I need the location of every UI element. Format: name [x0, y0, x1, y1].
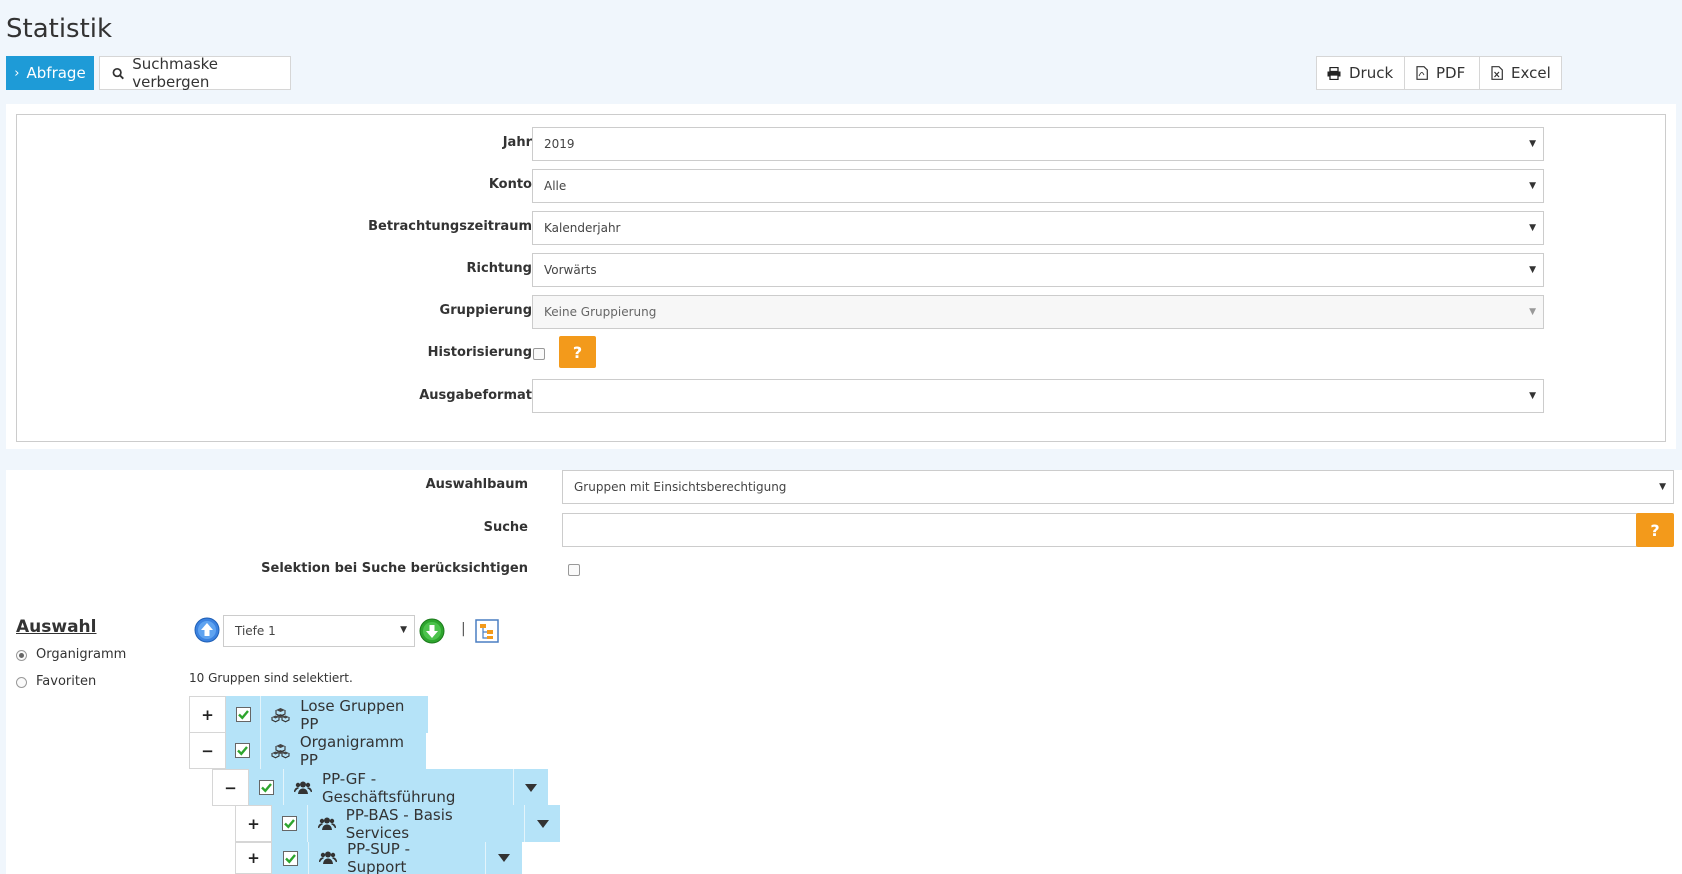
query-button[interactable]: › Abfrage — [6, 56, 94, 90]
depth-select[interactable]: Tiefe 1 ▼ — [223, 615, 415, 647]
search-label: Suche — [483, 520, 528, 535]
caret-down-icon: ▼ — [1529, 307, 1536, 317]
tree-node-label: PP-BAS - Basis Services — [345, 805, 453, 842]
printer-icon — [1327, 66, 1341, 80]
radio-organigramm[interactable] — [16, 650, 27, 661]
page-title: Statistik — [6, 14, 113, 44]
direction-label: Richtung — [466, 261, 532, 276]
search-input[interactable] — [562, 513, 1637, 547]
hide-search-button[interactable]: Suchmaske verbergen — [99, 55, 291, 91]
node-checkbox[interactable] — [226, 696, 262, 733]
caret-down-icon: ▼ — [1529, 391, 1536, 401]
search-help-button[interactable]: ? — [1636, 513, 1674, 547]
history-label: Historisierung — [427, 345, 532, 360]
radio-organigramm-label: Organigramm — [36, 647, 127, 662]
grouping-label: Gruppierung — [439, 303, 532, 318]
direction-select[interactable]: Vorwärts ▼ — [532, 253, 1544, 287]
pdf-file-icon — [1416, 66, 1428, 80]
tree-toggle-expand[interactable]: + — [235, 805, 272, 842]
caret-down-icon — [497, 854, 510, 862]
cubes-icon — [271, 743, 290, 759]
caret-down-icon: ▼ — [1529, 181, 1536, 191]
tree-toggle-expand[interactable]: + — [235, 842, 272, 874]
tree-node[interactable]: Lose Gruppen PP — [226, 696, 428, 733]
grouping-select[interactable]: Keine Gruppierung ▼ — [532, 295, 1544, 329]
checked-icon — [235, 707, 251, 722]
excel-button[interactable]: Excel — [1479, 56, 1562, 90]
checked-icon — [281, 816, 297, 831]
query-form-panel: Jahr 2019 ▼ Konto Alle ▼ Betrachtungszeitr… — [6, 104, 1676, 449]
caret-down-icon: ▼ — [400, 625, 407, 635]
caret-down-icon: ▼ — [1529, 265, 1536, 275]
node-checkbox[interactable] — [272, 842, 310, 874]
selection-status: 10 Gruppen sind selektiert. — [189, 671, 353, 685]
tree-node[interactable]: PP-GF - Geschäftsführung — [249, 769, 548, 806]
tree-source-select[interactable]: Gruppen mit Einsichtsberechtigung ▼ — [562, 470, 1674, 504]
history-help-button[interactable]: ? — [559, 336, 596, 368]
node-menu-dropdown[interactable] — [512, 769, 548, 806]
caret-down-icon: ▼ — [1659, 482, 1666, 492]
period-label: Betrachtungszeitraum — [368, 219, 532, 234]
node-checkbox[interactable] — [272, 805, 308, 842]
node-menu-dropdown[interactable] — [524, 805, 560, 842]
tree-node-label: PP-GF - Geschäftsführung — [322, 769, 456, 806]
output-format-select[interactable]: ▼ — [532, 379, 1544, 413]
toolbar-separator: | — [461, 621, 466, 637]
users-icon — [294, 781, 313, 795]
consider-selection-label: Selektion bei Suche berücksichtigen — [261, 561, 528, 576]
tree-node[interactable]: PP-BAS - Basis Services — [272, 805, 560, 842]
caret-down-icon: ▼ — [1529, 223, 1536, 233]
chevron-right-icon: › — [14, 65, 20, 81]
caret-down-icon — [524, 783, 537, 792]
checked-icon — [258, 780, 274, 795]
account-select[interactable]: Alle ▼ — [532, 169, 1544, 203]
tree-toggle-expand[interactable]: + — [189, 696, 226, 733]
cubes-icon — [271, 707, 290, 723]
year-select[interactable]: 2019 ▼ — [532, 127, 1544, 161]
checked-icon — [282, 850, 298, 866]
tree-toggle-collapse[interactable]: − — [212, 769, 249, 806]
node-checkbox[interactable] — [249, 769, 285, 806]
query-form-box: Jahr 2019 ▼ Konto Alle ▼ Betrachtungszeitr… — [16, 114, 1666, 442]
period-select[interactable]: Kalenderjahr ▼ — [532, 211, 1544, 245]
level-down-icon[interactable] — [419, 618, 445, 644]
users-icon — [317, 817, 336, 831]
node-checkbox[interactable] — [226, 732, 261, 769]
account-label: Konto — [488, 177, 532, 192]
users-icon — [319, 851, 338, 865]
output-format-label: Ausgabeformat — [419, 388, 532, 403]
search-zoom-icon — [112, 67, 124, 79]
tree-node-label: PP-SUP - Support — [347, 840, 410, 874]
pdf-button[interactable]: PDF — [1404, 56, 1480, 90]
excel-file-icon — [1491, 66, 1503, 80]
caret-down-icon: ▼ — [1529, 139, 1536, 149]
tree-toggle-collapse[interactable]: − — [189, 732, 226, 769]
tree-node[interactable]: PP-SUP - Support — [272, 840, 522, 874]
node-menu-dropdown[interactable] — [484, 842, 522, 874]
tree-node-label: Lose Gruppen PP — [300, 696, 405, 733]
history-checkbox[interactable] — [533, 348, 545, 360]
level-up-icon[interactable] — [194, 617, 220, 643]
tree-node[interactable]: Organigramm PP — [226, 732, 426, 769]
year-label: Jahr — [502, 135, 532, 150]
caret-down-icon — [536, 819, 549, 828]
org-chart-icon[interactable] — [475, 619, 499, 643]
tree-node-label: Organigramm PP — [299, 732, 405, 769]
radio-favoriten-label: Favoriten — [36, 674, 97, 689]
print-button[interactable]: Druck — [1316, 56, 1405, 90]
selection-panel: Auswahlbaum Gruppen mit Einsichtsberecht… — [6, 470, 1682, 874]
selection-heading: Auswahl — [16, 617, 97, 637]
radio-favoriten[interactable] — [16, 677, 27, 688]
checked-icon — [235, 743, 251, 758]
tree-source-label: Auswahlbaum — [425, 477, 528, 492]
consider-selection-checkbox[interactable] — [568, 564, 580, 576]
